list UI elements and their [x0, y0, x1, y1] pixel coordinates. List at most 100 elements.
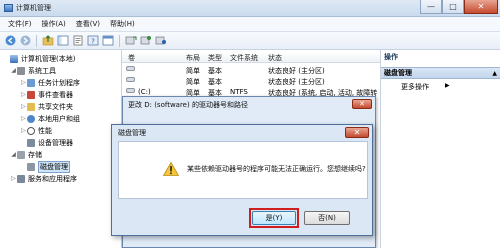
menu-help[interactable]: 帮助(H) — [105, 19, 140, 29]
warning-icon — [163, 162, 179, 176]
actions-header: 操作 — [384, 53, 398, 61]
shared-folder-icon — [27, 102, 35, 111]
navigation-tree: 计算机管理(本地) ◢ 系统工具 ▷ 任务计划程序 ▷ 事件查看器 ▷ 共享文件… — [0, 50, 122, 248]
back-icon[interactable] — [4, 35, 16, 47]
dialog-close-button[interactable]: ✕ — [345, 127, 369, 138]
tree-item-computer-management[interactable]: 计算机管理(本地) — [3, 53, 75, 64]
show-tree-icon[interactable] — [57, 35, 69, 47]
dialog-button-row: 是(Y) 否(N) — [118, 201, 368, 233]
tree-item-label: 性能 — [38, 126, 52, 135]
menu-action[interactable]: 操作(A) — [37, 19, 71, 29]
tree-item-label: 事件查看器 — [38, 90, 73, 99]
collapse-arrow-icon[interactable]: ▷ — [20, 103, 27, 110]
column-header-type[interactable]: 类型 — [208, 53, 222, 63]
collapse-arrow-icon[interactable]: ▷ — [20, 115, 27, 122]
tree-item-storage[interactable]: ◢ 存储 — [10, 149, 42, 160]
volume-icon — [126, 66, 135, 71]
window-title: 计算机管理 — [16, 4, 51, 12]
up-folder-icon[interactable] — [42, 35, 54, 47]
expand-arrow-icon[interactable]: ◢ — [10, 151, 17, 158]
disk-management-confirm-dialog: 磁盘管理 ✕ 某些依赖驱动器号的程序可能无法正确运行。您想继续吗? 是(Y) 否… — [111, 124, 373, 236]
table-row[interactable]: 简单 基本 状态良好 (主分区) — [122, 76, 380, 87]
toolbar-separator — [36, 34, 37, 47]
tree-item-label: 磁盘管理 — [38, 160, 70, 173]
collapse-arrow-icon[interactable]: ▷ — [10, 175, 17, 182]
close-button[interactable]: ✕ — [464, 0, 498, 14]
menu-file[interactable]: 文件(F) — [3, 19, 37, 29]
device-manager-icon — [27, 138, 35, 147]
computer-icon — [10, 54, 18, 63]
services-icon — [17, 174, 25, 183]
expand-arrow-icon[interactable]: ◢ — [10, 67, 17, 74]
computer-management-icon — [4, 4, 13, 12]
storage-icon — [17, 150, 25, 159]
menu-view[interactable]: 查看(V) — [71, 19, 105, 29]
disk-management-icon — [27, 162, 35, 171]
no-button[interactable]: 否(N) — [304, 211, 350, 225]
dialog-title: 磁盘管理 — [118, 129, 146, 137]
toolbar-separator — [119, 34, 120, 47]
dialog-title: 更改 D: (software) 的驱动器号和路径 — [128, 101, 248, 109]
refresh-icon[interactable] — [125, 35, 137, 47]
yes-button[interactable]: 是(Y) — [252, 211, 296, 225]
event-viewer-icon — [27, 90, 35, 99]
settings-icon[interactable] — [155, 35, 167, 47]
volume-table-header: 卷 布局 类型 文件系统 状态 — [122, 52, 380, 63]
tree-item-label: 存储 — [28, 150, 42, 159]
column-header-volume[interactable]: 卷 — [128, 53, 135, 63]
volume-status: 状态良好 (主分区) — [268, 67, 325, 75]
title-bar: 计算机管理 — □ ✕ — [0, 0, 500, 17]
tree-item-event-viewer[interactable]: ▷ 事件查看器 — [20, 89, 73, 100]
dialog-body: 某些依赖驱动器号的程序可能无法正确运行。您想继续吗? — [118, 141, 368, 199]
volume-name: (C:) — [138, 88, 151, 96]
tree-item-task-scheduler[interactable]: ▷ 任务计划程序 — [20, 77, 80, 88]
column-header-filesystem[interactable]: 文件系统 — [230, 53, 258, 63]
tree-item-label: 服务和应用程序 — [28, 174, 77, 183]
tree-item-services-apps[interactable]: ▷ 服务和应用程序 — [10, 173, 77, 184]
column-header-status[interactable]: 状态 — [268, 53, 282, 63]
svg-text:?: ? — [91, 38, 95, 46]
more-actions-label: 更多操作 — [401, 83, 429, 91]
console-icon[interactable] — [102, 35, 114, 47]
collapse-arrow-icon[interactable]: ▷ — [20, 79, 27, 86]
actions-pane: 操作 磁盘管理 ▲ 更多操作 ▶ — [380, 50, 500, 248]
tree-item-disk-management[interactable]: 磁盘管理 — [20, 160, 70, 173]
tree-item-label: 任务计划程序 — [38, 78, 80, 87]
window-controls: — □ ✕ — [420, 0, 498, 14]
tree-item-label: 本地用户和组 — [38, 114, 80, 123]
collapse-arrow-icon[interactable]: ▷ — [20, 91, 27, 98]
collapse-arrow-icon[interactable]: ▲ — [492, 68, 497, 79]
volume-icon — [126, 77, 135, 82]
volume-layout: 简单 — [186, 78, 200, 86]
performance-icon — [27, 126, 35, 135]
tree-item-device-manager[interactable]: 设备管理器 — [20, 137, 73, 148]
actions-section-disk-management[interactable]: 磁盘管理 ▲ — [381, 67, 500, 79]
export-icon[interactable] — [140, 35, 152, 47]
tree-item-system-tools[interactable]: ◢ 系统工具 — [10, 65, 56, 76]
maximize-button[interactable]: □ — [442, 0, 464, 14]
volume-layout: 简单 — [186, 67, 200, 75]
menu-bar: 文件(F) 操作(A) 查看(V) 帮助(H) — [0, 17, 500, 32]
task-scheduler-icon — [27, 78, 35, 87]
tree-item-label: 设备管理器 — [38, 138, 73, 147]
actions-section-label: 磁盘管理 — [384, 69, 412, 77]
toolbar: ? — [0, 32, 500, 50]
volume-icon — [126, 88, 135, 93]
tree-item-local-users[interactable]: ▷ 本地用户和组 — [20, 113, 80, 124]
properties-icon[interactable] — [72, 35, 84, 47]
tree-item-performance[interactable]: ▷ 性能 — [20, 125, 52, 136]
collapse-arrow-icon[interactable]: ▷ — [20, 127, 27, 134]
tree-item-shared-folders[interactable]: ▷ 共享文件夹 — [20, 101, 73, 112]
volume-filesystem: NTFS — [230, 88, 248, 96]
forward-icon[interactable] — [19, 35, 31, 47]
minimize-button[interactable]: — — [420, 0, 442, 14]
users-icon — [27, 114, 35, 123]
help-icon[interactable]: ? — [87, 35, 99, 47]
table-row[interactable]: 简单 基本 状态良好 (主分区) — [122, 65, 380, 76]
dialog-close-button[interactable]: ✕ — [352, 99, 372, 109]
tree-item-label: 共享文件夹 — [38, 102, 73, 111]
tree-item-label: 系统工具 — [28, 66, 56, 75]
more-actions-item[interactable]: 更多操作 ▶ — [401, 82, 450, 92]
column-header-layout[interactable]: 布局 — [186, 53, 200, 63]
volume-type: 基本 — [208, 78, 222, 86]
